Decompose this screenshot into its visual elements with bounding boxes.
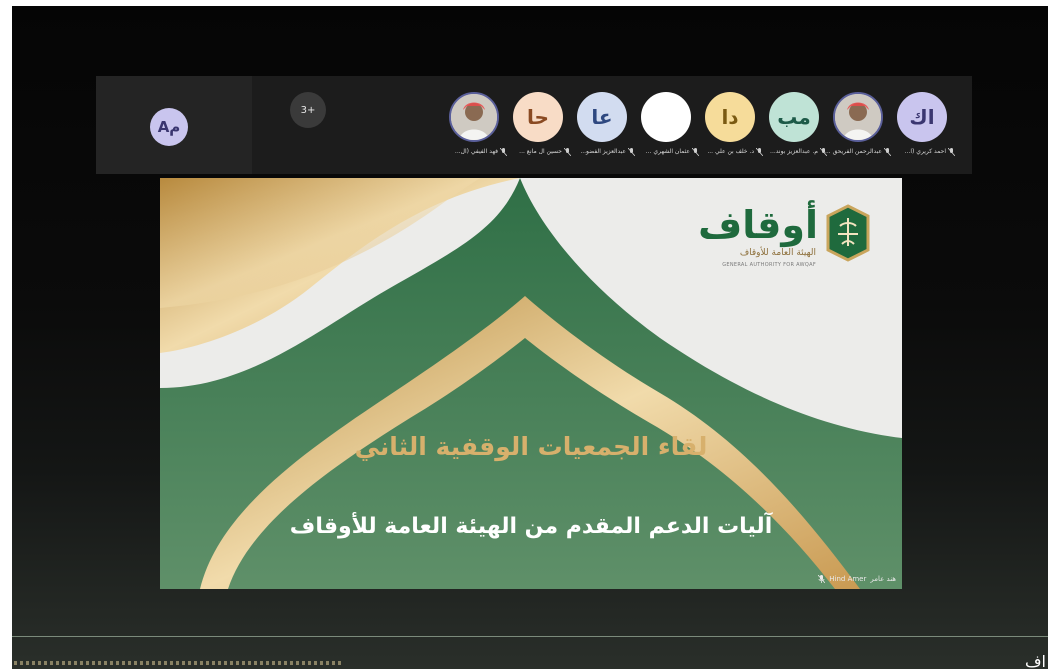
mic-muted-icon: [948, 148, 955, 156]
more-participants-button[interactable]: 3+: [290, 92, 326, 128]
self-video-tile[interactable]: Aم: [96, 76, 252, 174]
participant-avatar: حا: [513, 92, 563, 142]
presenter-name-ar: هند عامر: [870, 575, 896, 583]
mic-muted-icon: [500, 148, 507, 156]
presenter-badge: Hind Amer هند عامر: [818, 575, 896, 583]
participant-avatar: دا: [705, 92, 755, 142]
logo-subtitle-ar: الهيئة العامة للأوقاف: [739, 248, 816, 258]
mic-muted-icon: [820, 148, 827, 156]
mic-muted-icon: [756, 148, 763, 156]
bottom-divider: [12, 636, 1048, 637]
shared-presentation: أوقاف الهيئة العامة للأوقاف GENERAL AUTH…: [160, 178, 902, 589]
awqaf-logo: أوقاف الهيئة العامة للأوقاف GENERAL AUTH…: [684, 200, 874, 290]
meeting-window: Aم 3+ اك احمد كريري (ا... عبدالرحمن الفريح…: [12, 6, 1048, 669]
slide-subtitle: آليات الدعم المقدم من الهيئة العامة للأو…: [289, 514, 773, 539]
bottom-text-fragment: [14, 661, 344, 665]
participant-photo: [449, 92, 499, 142]
mic-muted-icon: [564, 148, 571, 156]
slide-title: لقاء الجمعيات الوقفية الثاني: [354, 432, 708, 461]
participant-avatar: [641, 92, 691, 142]
participant-name: فهد الفيفي (ال...: [454, 148, 498, 155]
awqaf-emblem-icon: [826, 204, 870, 262]
logo-wordmark: أوقاف: [698, 203, 818, 247]
participant-avatar: مب: [769, 92, 819, 142]
mic-muted-icon: [692, 148, 699, 156]
participant-photo: [833, 92, 883, 142]
self-avatar: Aم: [150, 108, 188, 146]
participant-avatar: عا: [577, 92, 627, 142]
bottom-partial-text: اف: [1024, 652, 1046, 669]
mic-muted-icon: [884, 148, 891, 156]
mic-muted-icon: [818, 575, 826, 583]
participant-tile[interactable]: فهد الفيفي (ال...: [436, 88, 516, 170]
person-photo-icon: [451, 94, 497, 140]
person-photo-icon: [835, 94, 881, 140]
logo-subtitle-en: GENERAL AUTHORITY FOR AWQAF: [722, 262, 816, 268]
participant-avatar: اك: [897, 92, 947, 142]
mic-muted-icon: [628, 148, 635, 156]
participant-strip: Aم 3+ اك احمد كريري (ا... عبدالرحمن الفريح…: [96, 76, 972, 174]
presenter-name: Hind Amer: [829, 575, 867, 583]
